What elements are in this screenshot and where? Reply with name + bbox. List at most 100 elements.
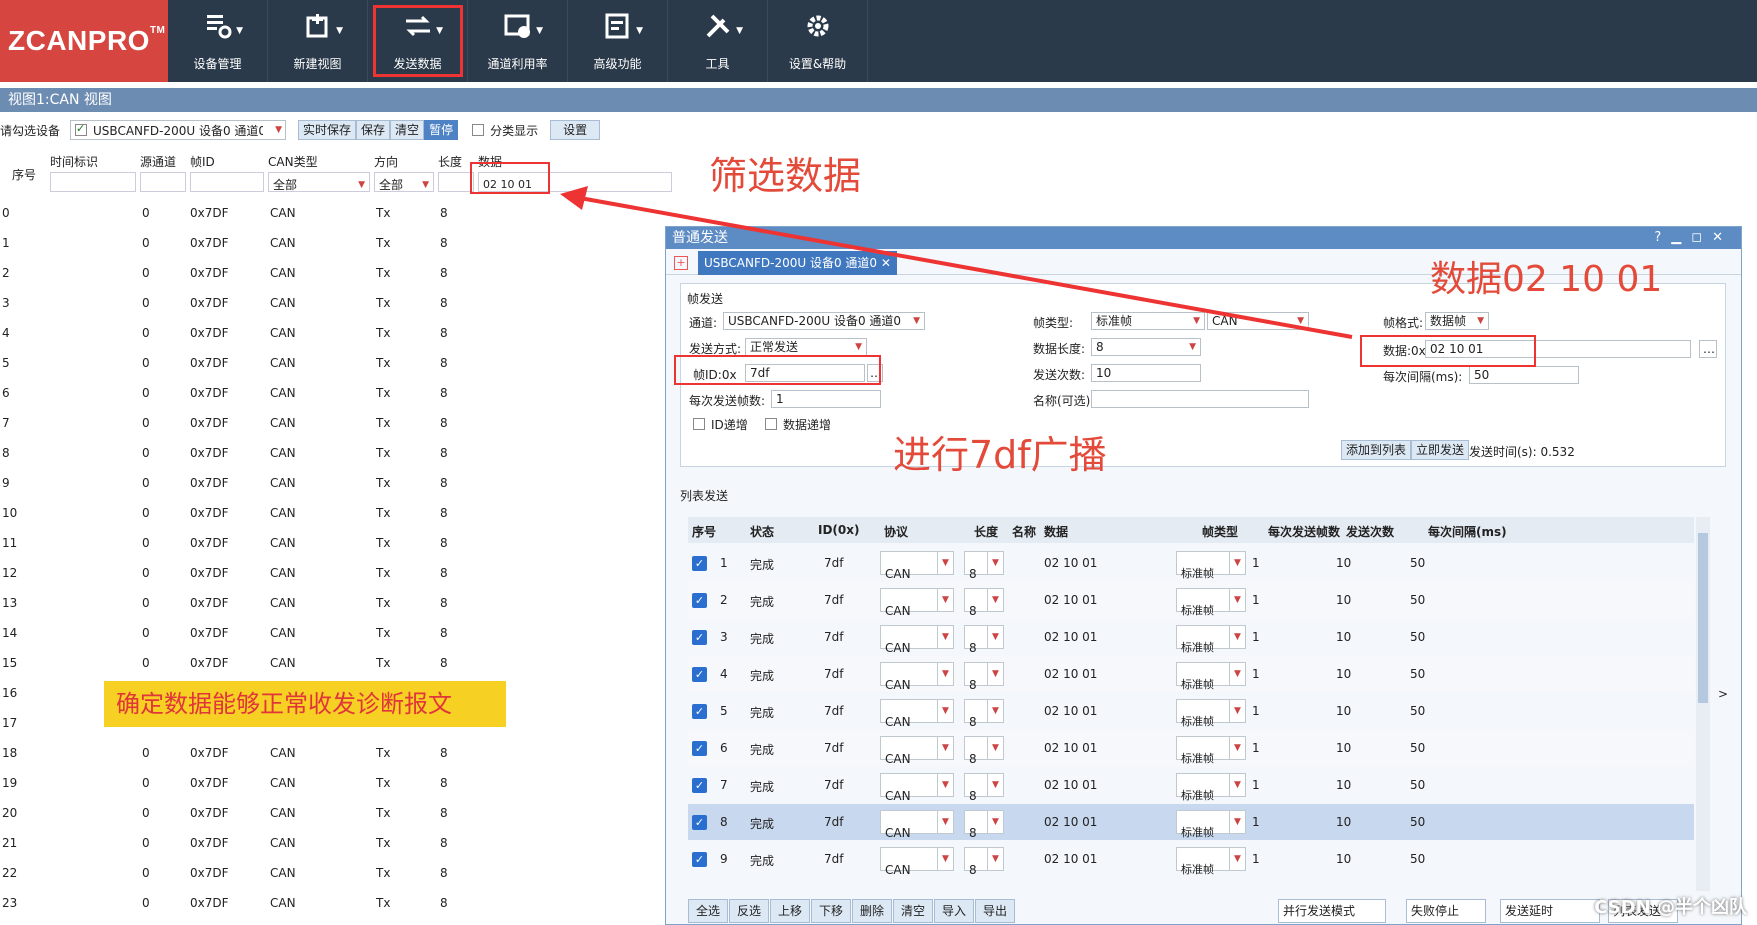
save-button[interactable]: 保存 [356,120,391,140]
toolbar-advanced-button[interactable]: ▼ 高级功能 [568,0,668,82]
dir-filter-select[interactable]: 全部 ▼ [374,172,434,192]
table-row[interactable]: 18 0 0x7DF CAN Tx 8 [0,738,520,768]
send-mode-select[interactable]: 并行发送模式 [1278,899,1386,923]
protocol-select[interactable]: CAN ▼ [880,699,954,729]
protocol-select[interactable]: CAN ▼ [880,588,954,618]
frame-type-select[interactable]: 标准帧 ▼ [1176,662,1246,691]
protocol-select[interactable]: CAN ▼ [880,736,954,766]
row-checkbox[interactable]: ✓ [692,815,707,830]
table-row[interactable]: 4 0 0x7DF CAN Tx 8 [0,318,520,348]
table-row[interactable]: 19 0 0x7DF CAN Tx 8 [0,768,520,798]
table-row[interactable]: 21 0 0x7DF CAN Tx 8 [0,828,520,858]
window-controls[interactable]: ?▁◻✕ [1654,227,1733,249]
len-filter-input[interactable] [438,172,474,192]
tab-usbcanfd[interactable]: USBCANFD-200U 设备0 通道0 ✕ [698,251,897,275]
protocol-select[interactable]: CAN ▼ [880,551,954,581]
frame-type-select[interactable]: 标准帧 ▼ [1176,773,1246,802]
table-row[interactable]: 6 0 0x7DF CAN Tx 8 [0,378,520,408]
table-row[interactable]: 7 0 0x7DF CAN Tx 8 [0,408,520,438]
length-select[interactable]: 8 ▼ [964,625,1004,655]
table-row[interactable]: 11 0 0x7DF CAN Tx 8 [0,528,520,558]
add-to-list-button[interactable]: 添加到列表 [1341,440,1412,460]
length-select[interactable]: 8 ▼ [964,736,1004,766]
data-more-button[interactable]: … [1699,340,1717,358]
grid-button-4[interactable]: 删除 [852,899,892,923]
table-row[interactable]: 2 0 0x7DF CAN Tx 8 [0,258,520,288]
grid-button-0[interactable]: 全选 [688,899,728,923]
channel-select[interactable]: USBCANFD-200U 设备0 通道0 ▼ [723,312,925,330]
expand-arrow-icon[interactable]: > [1718,687,1728,701]
list-row[interactable]: ✓ 8 完成 7df CAN ▼ 8 ▼ 02 10 01 标准帧 ▼ 1 10 50 [688,804,1694,840]
table-row[interactable]: 22 0 0x7DF CAN Tx 8 [0,858,520,888]
id-inc-checkbox[interactable] [693,418,705,430]
send-delay-field[interactable]: 发送延时 [1500,899,1600,923]
interval-input[interactable]: 50 [1469,366,1579,384]
table-row[interactable]: 15 0 0x7DF CAN Tx 8 [0,648,520,678]
frames-per-input[interactable]: 1 [771,390,881,408]
clear-button[interactable]: 清空 [390,120,425,140]
list-row[interactable]: ✓ 6 完成 7df CAN ▼ 8 ▼ 02 10 01 标准帧 ▼ 1 10 50 [688,730,1694,766]
table-row[interactable]: 12 0 0x7DF CAN Tx 8 [0,558,520,588]
grid-button-1[interactable]: 反选 [729,899,769,923]
settings-button[interactable]: 设置 [550,120,601,140]
row-checkbox[interactable]: ✓ [692,852,707,867]
toolbar-channel-usage-button[interactable]: ▼ 通道利用率 [468,0,568,82]
cantype-filter-select[interactable]: 全部 ▼ [268,172,370,192]
add-tab-icon[interactable]: + [674,256,688,270]
send-mode-select[interactable]: 正常发送 ▼ [745,338,867,356]
device-checkbox[interactable] [75,122,88,136]
table-row[interactable]: 10 0 0x7DF CAN Tx 8 [0,498,520,528]
protocol-select[interactable]: CAN ▼ [1207,312,1309,330]
protocol-select[interactable]: CAN ▼ [880,847,954,877]
table-row[interactable]: 1 0 0x7DF CAN Tx 8 [0,228,520,258]
toolbar-new-view-button[interactable]: ▼ 新建视图 [268,0,368,82]
table-row[interactable]: 5 0 0x7DF CAN Tx 8 [0,348,520,378]
row-checkbox[interactable]: ✓ [692,667,707,682]
classify-checkbox[interactable] [472,124,485,136]
table-row[interactable]: 3 0 0x7DF CAN Tx 8 [0,288,520,318]
pause-button[interactable]: 暂停 [424,120,459,140]
frame-type-select[interactable]: 标准帧 ▼ [1176,847,1246,876]
frame-type-select[interactable]: 标准帧 ▼ [1176,551,1246,580]
protocol-select[interactable]: CAN ▼ [880,810,954,840]
grid-scrollbar[interactable] [1696,517,1710,891]
list-row[interactable]: ✓ 2 完成 7df CAN ▼ 8 ▼ 02 10 01 标准帧 ▼ 1 10 50 [688,582,1694,618]
grid-button-5[interactable]: 清空 [893,899,933,923]
table-row[interactable]: 13 0 0x7DF CAN Tx 8 [0,588,520,618]
list-row[interactable]: ✓ 9 完成 7df CAN ▼ 8 ▼ 02 10 01 标准帧 ▼ 1 10 50 [688,841,1694,877]
list-row[interactable]: ✓ 1 完成 7df CAN ▼ 8 ▼ 02 10 01 标准帧 ▼ 1 10 50 [688,545,1694,581]
toolbar-settings-button[interactable]: 设置&帮助 [768,0,868,82]
grid-button-2[interactable]: 上移 [770,899,810,923]
grid-button-3[interactable]: 下移 [811,899,851,923]
frame-type-select[interactable]: 标准帧 ▼ [1176,625,1246,654]
frame-type-select[interactable]: 标准帧 ▼ [1176,699,1246,728]
data-length-select[interactable]: 8 ▼ [1091,338,1201,356]
row-checkbox[interactable]: ✓ [692,704,707,719]
send-now-button[interactable]: 立即发送 [1411,440,1470,460]
list-row[interactable]: ✓ 7 完成 7df CAN ▼ 8 ▼ 02 10 01 标准帧 ▼ 1 10 50 [688,767,1694,803]
length-select[interactable]: 8 ▼ [964,551,1004,581]
table-row[interactable]: 9 0 0x7DF CAN Tx 8 [0,468,520,498]
scroll-thumb[interactable] [1698,533,1708,703]
fail-policy-select[interactable]: 失败停止 [1406,899,1486,923]
table-row[interactable]: 20 0 0x7DF CAN Tx 8 [0,798,520,828]
grid-button-6[interactable]: 导入 [934,899,974,923]
frame-format-select[interactable]: 数据帧 ▼ [1425,312,1489,330]
length-select[interactable]: 8 ▼ [964,810,1004,840]
toolbar-send-data-button[interactable]: ▼ 发送数据 [368,0,468,82]
src-filter-input[interactable] [140,172,186,192]
table-row[interactable]: 0 0 0x7DF CAN Tx 8 [0,198,520,228]
realtime-save-button[interactable]: 实时保存 [298,120,357,140]
list-row[interactable]: ✓ 3 完成 7df CAN ▼ 8 ▼ 02 10 01 标准帧 ▼ 1 10 50 [688,619,1694,655]
toolbar-tools-button[interactable]: ▼ 工具 [668,0,768,82]
toolbar-device-gear-button[interactable]: ▼ 设备管理 [168,0,268,82]
table-row[interactable]: 14 0 0x7DF CAN Tx 8 [0,618,520,648]
row-checkbox[interactable]: ✓ [692,593,707,608]
protocol-select[interactable]: CAN ▼ [880,625,954,655]
frame-type-select[interactable]: 标准帧 ▼ [1176,588,1246,617]
device-select[interactable]: USBCANFD-200U 设备0 通道0 ▼ [70,120,287,140]
row-checkbox[interactable]: ✓ [692,556,707,571]
length-select[interactable]: 8 ▼ [964,847,1004,877]
frame-type-select[interactable]: 标准帧 ▼ [1176,736,1246,765]
table-row[interactable]: 23 0 0x7DF CAN Tx 8 [0,888,520,918]
